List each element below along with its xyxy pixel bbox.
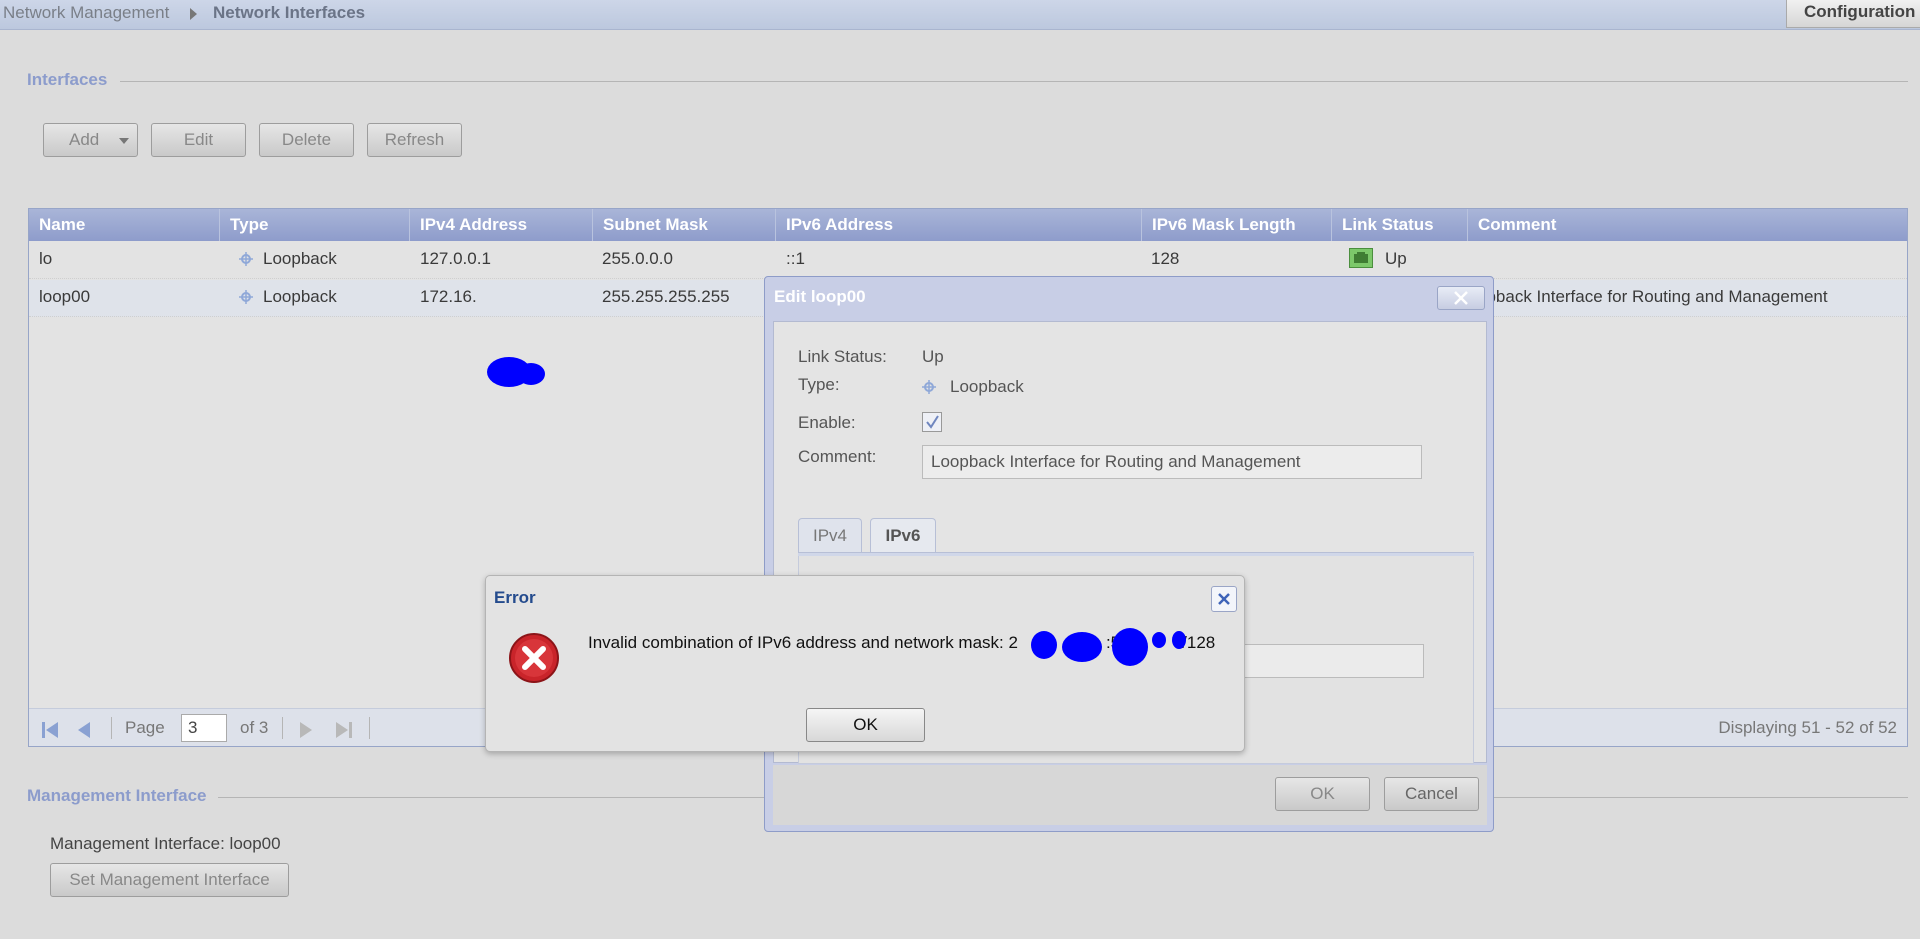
type-value: Loopback bbox=[922, 377, 1024, 397]
breadcrumb-separator-icon bbox=[190, 8, 197, 20]
column-header-comment[interactable]: Comment bbox=[1468, 209, 1907, 241]
error-icon bbox=[509, 633, 559, 683]
enable-label: Enable: bbox=[798, 413, 856, 432]
cell-type-label: Loopback bbox=[263, 249, 337, 268]
comment-label: Comment: bbox=[798, 447, 877, 466]
network-port-up-icon bbox=[1349, 248, 1373, 268]
cell-ipv4: 127.0.0.1 bbox=[420, 249, 491, 268]
checkmark-icon bbox=[926, 415, 939, 429]
cell-subnet-mask: 255.0.0.0 bbox=[602, 249, 673, 268]
link-status-label: Link Status: bbox=[798, 347, 887, 366]
error-dialog-title: Error bbox=[494, 588, 536, 607]
pager-separator bbox=[282, 717, 283, 739]
cell-link-status-label: Up bbox=[1385, 249, 1407, 268]
page-number-input[interactable] bbox=[181, 714, 227, 742]
column-header-type[interactable]: Type bbox=[220, 209, 410, 241]
loopback-icon bbox=[239, 290, 253, 304]
error-dialog: Error Invalid combination of IPv6 addres… bbox=[485, 575, 1245, 752]
breadcrumb-network-interfaces: Network Interfaces bbox=[213, 3, 366, 22]
next-page-icon[interactable] bbox=[299, 721, 313, 739]
cell-link-status: Up bbox=[1341, 242, 1407, 279]
cell-comment: opback Interface for Routing and Managem… bbox=[1477, 287, 1828, 306]
cell-ipv6: ::1 bbox=[786, 249, 805, 268]
displaying-count: Displaying 51 - 52 of 52 bbox=[1718, 718, 1897, 737]
edit-button[interactable]: Edit bbox=[151, 123, 246, 157]
type-label: Type: bbox=[798, 375, 840, 394]
ipv6-address-input[interactable] bbox=[1234, 644, 1424, 678]
edit-window-footer: OK Cancel bbox=[773, 765, 1487, 825]
column-header-ipv4[interactable]: IPv4 Address bbox=[410, 209, 593, 241]
page-count-label: of 3 bbox=[240, 718, 269, 737]
redaction-mark bbox=[1152, 632, 1166, 648]
previous-page-icon[interactable] bbox=[77, 721, 91, 739]
tab-ipv4[interactable]: IPv4 bbox=[798, 518, 862, 552]
breadcrumb-network-management[interactable]: Network Management bbox=[3, 3, 169, 23]
last-page-icon[interactable] bbox=[335, 721, 353, 739]
cell-ipv4: 172.16. bbox=[420, 287, 477, 306]
pager-separator bbox=[111, 717, 112, 739]
error-message-prefix: Invalid combination of IPv6 address and … bbox=[588, 633, 1018, 652]
edit-cancel-button[interactable]: Cancel bbox=[1384, 777, 1479, 811]
type-value-label: Loopback bbox=[950, 377, 1024, 396]
cell-name: lo bbox=[39, 249, 53, 268]
error-message-suffix: /128 bbox=[1182, 633, 1216, 652]
cell-comment bbox=[1469, 242, 1477, 279]
cell-ipv6-mask-length: 128 bbox=[1151, 249, 1180, 268]
redaction-mark bbox=[1172, 631, 1186, 649]
cell-subnet-mask: 255.255.255.255 bbox=[602, 287, 730, 306]
grid-header: Name Type IPv4 Address Subnet Mask IPv6 … bbox=[29, 209, 1907, 241]
add-button-label: Add bbox=[69, 130, 100, 149]
configuration-button[interactable]: Configuration bbox=[1786, 0, 1920, 28]
top-bar: Network Management Network Interfaces Co… bbox=[0, 0, 1920, 30]
edit-ok-button[interactable]: OK bbox=[1275, 777, 1370, 811]
link-status-value: Up bbox=[922, 347, 944, 366]
refresh-button[interactable]: Refresh bbox=[367, 123, 462, 157]
add-button[interactable]: Add bbox=[43, 123, 138, 157]
pager-separator bbox=[369, 717, 370, 739]
interfaces-section-title: Interfaces bbox=[27, 70, 108, 89]
section-divider bbox=[120, 81, 1908, 82]
redaction-mark bbox=[1062, 632, 1102, 662]
close-icon bbox=[1454, 291, 1468, 305]
loopback-icon bbox=[239, 252, 253, 266]
edit-window-close-button[interactable] bbox=[1437, 286, 1485, 310]
comment-input[interactable] bbox=[922, 445, 1422, 479]
tab-ipv6[interactable]: IPv6 bbox=[870, 518, 936, 552]
enable-checkbox[interactable] bbox=[922, 412, 942, 432]
column-header-ipv6-mask-length[interactable]: IPv6 Mask Length bbox=[1142, 209, 1332, 241]
redaction-mark bbox=[1031, 631, 1057, 659]
close-icon bbox=[1218, 593, 1230, 605]
management-interface-value: Management Interface: loop00 bbox=[50, 834, 281, 853]
redaction-mark bbox=[517, 363, 545, 385]
delete-button[interactable]: Delete bbox=[259, 123, 354, 157]
edit-window-title: Edit loop00 bbox=[774, 287, 866, 306]
cell-name: loop00 bbox=[39, 287, 91, 306]
chevron-down-icon[interactable] bbox=[119, 138, 129, 144]
redaction-mark bbox=[1112, 628, 1148, 666]
column-header-name[interactable]: Name bbox=[29, 209, 220, 241]
cell-type: Loopback bbox=[231, 242, 337, 279]
error-ok-button[interactable]: OK bbox=[806, 708, 925, 742]
management-section-title: Management Interface bbox=[27, 786, 207, 805]
loopback-icon bbox=[922, 380, 936, 394]
column-header-subnet-mask[interactable]: Subnet Mask bbox=[593, 209, 776, 241]
column-header-link-status[interactable]: Link Status bbox=[1332, 209, 1468, 241]
column-header-ipv6[interactable]: IPv6 Address bbox=[776, 209, 1142, 241]
cell-type-label: Loopback bbox=[263, 287, 337, 306]
cell-type: Loopback bbox=[231, 280, 337, 317]
table-row[interactable]: lo Loopback 127.0.0.1 255.0.0.0 ::1 128 … bbox=[29, 242, 1907, 279]
error-dialog-close-button[interactable] bbox=[1211, 586, 1237, 612]
set-management-interface-button[interactable]: Set Management Interface bbox=[50, 863, 289, 897]
page-label: Page bbox=[125, 718, 165, 737]
first-page-icon[interactable] bbox=[41, 721, 59, 739]
